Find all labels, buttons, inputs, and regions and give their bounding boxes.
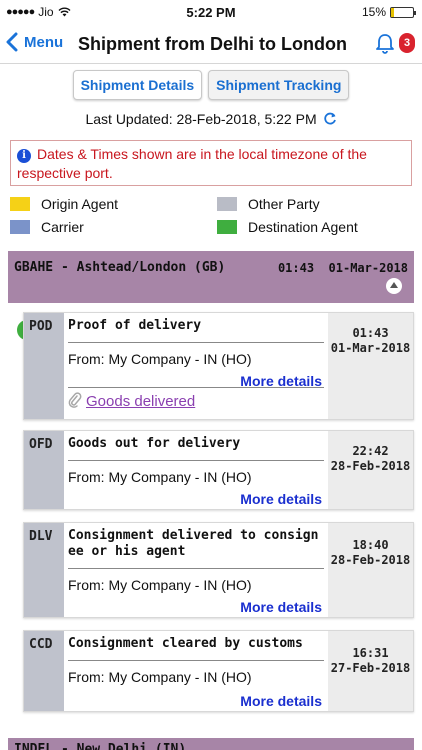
event-timestamp: 16:31 27-Feb-2018	[328, 646, 413, 676]
port-group-header[interactable]: INDEL - New Delhi (IN)	[8, 738, 414, 750]
legend-label: Origin Agent	[41, 196, 119, 212]
event-from: From: My Company - IN (HO)	[68, 351, 252, 367]
legend-item-carrier: Carrier	[10, 219, 84, 235]
navigation-bar: Menu Shipment from Delhi to London 3	[0, 24, 422, 64]
paperclip-icon	[68, 392, 82, 408]
last-updated-text: Last Updated: 28-Feb-2018, 5:22 PM	[85, 111, 317, 127]
port-group-header[interactable]: GBAHE - Ashtead/London (GB) 01:43 01-Mar…	[8, 251, 414, 303]
event-date: 28-Feb-2018	[330, 459, 411, 473]
status-bar: ●●●●● Jio 5:22 PM 15%	[0, 0, 422, 24]
legend-swatch	[217, 220, 237, 234]
event-time: 22:42	[352, 444, 389, 458]
event-title: Proof of delivery	[68, 318, 202, 333]
notification-badge[interactable]: 3	[399, 33, 415, 53]
event-code: POD	[29, 319, 53, 334]
more-details-link[interactable]: More details	[240, 491, 322, 507]
event-body: Proof of delivery From: My Company - IN …	[64, 313, 328, 419]
port-name: GBAHE - Ashtead/London (GB)	[14, 260, 226, 275]
legend-label: Destination Agent	[248, 219, 358, 235]
clock: 5:22 PM	[186, 5, 236, 20]
tab-shipment-tracking[interactable]: Shipment Tracking	[208, 70, 350, 100]
event-timestamp: 22:42 28-Feb-2018	[328, 444, 413, 474]
event-code: OFD	[29, 437, 53, 452]
event-title: Consignment cleared by customs	[68, 636, 303, 651]
collapse-icon[interactable]	[386, 278, 402, 294]
notice-text: Dates & Times shown are in the local tim…	[17, 146, 367, 181]
legend-label: Other Party	[248, 196, 320, 212]
event-from: From: My Company - IN (HO)	[68, 669, 252, 685]
event-card: OFD Goods out for delivery From: My Comp…	[23, 430, 414, 510]
divider	[68, 660, 324, 661]
event-card: CCD Consignment cleared by customs From:…	[23, 630, 414, 712]
divider	[68, 387, 324, 388]
legend-item-destination-agent: Destination Agent	[217, 219, 358, 235]
chevron-left-icon	[6, 32, 18, 52]
port-time: 01:43	[277, 261, 315, 275]
port-timestamp: 01:43 01-Mar-2018	[278, 261, 408, 275]
legend-label: Carrier	[41, 219, 84, 235]
timezone-notice: i Dates & Times shown are in the local ti…	[10, 140, 412, 186]
attachment-label: Goods delivered	[86, 393, 196, 410]
event-title-line: Consignment delivered to consign	[68, 528, 319, 543]
event-code: CCD	[29, 637, 53, 652]
event-date: 28-Feb-2018	[330, 553, 411, 567]
event-title: Goods out for delivery	[68, 436, 241, 451]
event-time: 18:40	[352, 538, 389, 552]
event-code-cell: OFD	[24, 431, 64, 509]
more-details-link[interactable]: More details	[240, 599, 322, 615]
event-card: DLV Consignment delivered to consign ee …	[23, 522, 414, 618]
menu-label: Menu	[24, 33, 64, 51]
event-timestamp: 01:43 01-Mar-2018	[328, 326, 413, 356]
event-code-cell: CCD	[24, 631, 64, 711]
event-from: From: My Company - IN (HO)	[68, 577, 252, 593]
bell-icon[interactable]	[374, 32, 396, 54]
event-time: 01:43	[352, 326, 389, 340]
event-timestamp: 18:40 28-Feb-2018	[328, 538, 413, 568]
menu-button[interactable]: Menu	[6, 32, 63, 52]
attachment-link[interactable]: Goods delivered	[68, 392, 195, 410]
page-title: Shipment from Delhi to London	[78, 34, 347, 54]
event-title: Consignment delivered to consign ee or h…	[68, 528, 324, 560]
event-code: DLV	[29, 529, 53, 544]
legend-swatch	[10, 197, 30, 211]
event-body: Consignment cleared by customs From: My …	[64, 631, 328, 711]
event-card: POD Proof of delivery From: My Company -…	[23, 312, 414, 420]
more-details-link[interactable]: More details	[240, 693, 322, 709]
legend-item-other-party: Other Party	[217, 196, 320, 212]
event-body: Goods out for delivery From: My Company …	[64, 431, 328, 509]
event-date: 27-Feb-2018	[330, 661, 411, 675]
battery-status: 15%	[361, 5, 416, 19]
battery-icon	[390, 6, 416, 18]
port-date: 01-Mar-2018	[328, 261, 408, 275]
tab-bar: Shipment Details Shipment Tracking	[0, 70, 422, 100]
event-code-cell: DLV	[24, 523, 64, 617]
event-title-line: ee or his agent	[68, 544, 186, 559]
legend-swatch	[10, 220, 30, 234]
event-date: 01-Mar-2018	[330, 341, 411, 355]
last-updated: Last Updated: 28-Feb-2018, 5:22 PM	[0, 111, 422, 127]
info-icon: i	[17, 149, 31, 163]
refresh-icon[interactable]	[323, 112, 337, 126]
event-from: From: My Company - IN (HO)	[68, 469, 252, 485]
port-name: INDEL - New Delhi (IN)	[14, 742, 187, 750]
battery-percent: 15%	[361, 5, 386, 19]
legend: Origin Agent Other Party Carrier Destina…	[10, 196, 420, 242]
divider	[68, 342, 324, 343]
event-body: Consignment delivered to consign ee or h…	[64, 523, 328, 617]
event-time: 16:31	[352, 646, 389, 660]
legend-swatch	[217, 197, 237, 211]
divider	[68, 460, 324, 461]
divider	[68, 568, 324, 569]
event-code-cell: POD	[24, 313, 64, 419]
tab-shipment-details[interactable]: Shipment Details	[72, 70, 203, 100]
legend-item-origin-agent: Origin Agent	[10, 196, 118, 212]
battery-level	[391, 7, 395, 17]
